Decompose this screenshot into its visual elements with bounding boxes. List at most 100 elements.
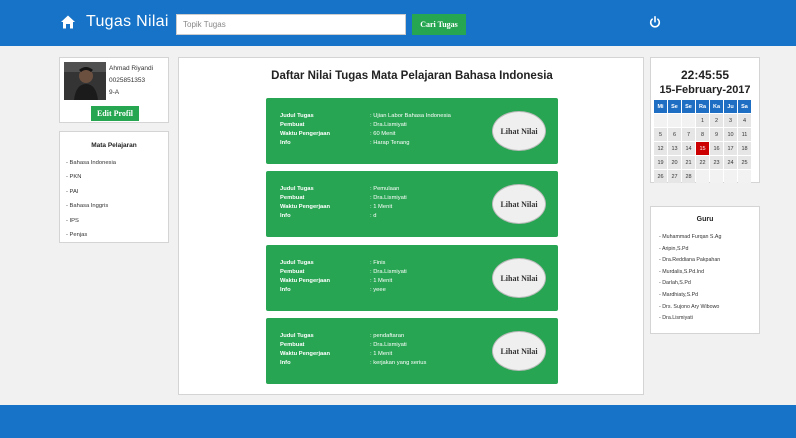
teachers-title: Guru [696, 216, 714, 223]
calendar-day[interactable]: 18 [738, 142, 751, 155]
field-label: Waktu Pengerjaan [280, 351, 331, 357]
calendar-day[interactable]: 27 [668, 170, 681, 183]
task-card: Judul Tugas : Pemulaan Pembuat : Dra.Lismi… [266, 171, 558, 237]
calendar-blank [710, 170, 723, 183]
subjects-panel: Mata Pelajaran - Bahasa Indonesia - PKN … [59, 131, 169, 243]
teacher-item: - Dra.Lismiyati [659, 315, 693, 322]
task-duration: : 1 Menit [370, 351, 393, 357]
calendar-day[interactable]: 12 [654, 142, 667, 155]
search-button[interactable]: Cari Tugas [412, 14, 466, 35]
field-label: Pembuat [280, 122, 305, 128]
profile-name: Ahmad Riyandi [109, 65, 154, 72]
calendar-day[interactable]: 22 [696, 156, 709, 169]
calendar-day[interactable]: 11 [738, 128, 751, 141]
teacher-item: - Murdalis,S.Pd.Ind [659, 268, 705, 275]
calendar-day[interactable]: 13 [668, 142, 681, 155]
task-author: : Dra.Lismiyati [370, 122, 407, 128]
task-author: : Dra.Lismiyati [370, 342, 407, 348]
calendar-day[interactable]: 3 [724, 114, 737, 127]
calendar-day[interactable]: 2 [710, 114, 723, 127]
view-score-button[interactable]: Lihat Nilai [492, 258, 546, 298]
calendar-day[interactable]: 16 [710, 142, 723, 155]
search-input[interactable] [176, 14, 406, 35]
view-score-button[interactable]: Lihat Nilai [492, 184, 546, 224]
field-label: Pembuat [280, 195, 305, 201]
teacher-item: - Muhammad Furqan S.Ag [659, 234, 722, 240]
calendar: Mi Se Se Ra Ka Ju Sa 1 2 3 4 5 6 7 8 9 10 11 12 13 14 15 16 17 1… [654, 100, 751, 183]
edit-profile-button[interactable]: Edit Profil [91, 106, 139, 121]
subject-item[interactable]: - Bahasa Inggris [60, 199, 168, 213]
field-label: Waktu Pengerjaan [280, 278, 331, 284]
field-label: Judul Tugas [280, 333, 314, 339]
task-author: : Dra.Lismiyati [370, 195, 407, 201]
calendar-day[interactable]: 5 [654, 128, 667, 141]
calendar-day[interactable]: 17 [724, 142, 737, 155]
task-card: Judul Tugas: Ujian Labor Bahasa Indonesi… [266, 98, 558, 164]
calendar-weekday: Mi [654, 100, 667, 113]
teacher-item: - Darlah,S.Pd [659, 280, 691, 287]
calendar-day[interactable]: 10 [724, 128, 737, 141]
calendar-weekday: Se [682, 100, 695, 113]
calendar-day[interactable]: 8 [696, 128, 709, 141]
task-duration: : 1 Menit [370, 204, 393, 210]
calendar-day[interactable]: 14 [682, 142, 695, 155]
footer-bar [0, 405, 796, 438]
power-icon[interactable] [649, 16, 661, 28]
calendar-day[interactable]: 25 [738, 156, 751, 169]
field-label: Judul Tugas [280, 186, 314, 192]
calendar-day[interactable]: 19 [654, 156, 667, 169]
field-label: Pembuat [280, 342, 305, 348]
task-duration: : 1 Menit [370, 278, 393, 284]
subject-item[interactable]: - Bahasa Indonesia [60, 156, 168, 170]
calendar-day[interactable]: 26 [654, 170, 667, 183]
calendar-blank [668, 114, 681, 127]
clock-time: 22:45:55 [680, 68, 730, 82]
field-label: Info [280, 140, 291, 146]
calendar-day[interactable]: 7 [682, 128, 695, 141]
calendar-today[interactable]: 15 [696, 142, 709, 155]
profile-card: Ahmad Riyandi 0025851353 9-A Edit Profil [59, 57, 169, 123]
page-title: Daftar Nilai Tugas Mata Pelajaran Bahasa… [271, 70, 553, 82]
task-title: : pendaftaran [370, 333, 405, 339]
subject-item[interactable]: - PAI [60, 185, 168, 199]
task-info: : yeee [370, 287, 386, 293]
calendar-weekday: Ra [696, 100, 709, 113]
calendar-blank [654, 114, 667, 127]
field-label: Info [280, 360, 291, 366]
field-label: Info [280, 287, 291, 293]
teacher-item: - Aripin,S.Pd [659, 245, 689, 252]
task-info: : kerjakan yang serius [370, 360, 427, 366]
calendar-day[interactable]: 4 [738, 114, 751, 127]
calendar-day[interactable]: 6 [668, 128, 681, 141]
app-title[interactable]: Tugas Nilai [86, 13, 169, 31]
calendar-day[interactable]: 24 [724, 156, 737, 169]
subject-item[interactable]: - PKN [60, 170, 168, 184]
task-card: Judul Tugas: Finis Pembuat: Dra.Lismiyat… [266, 245, 558, 311]
calendar-day[interactable]: 28 [682, 170, 695, 183]
task-title: : Pemulaan [370, 186, 400, 192]
task-title: : Finis [370, 260, 386, 266]
calendar-day[interactable]: 21 [682, 156, 695, 169]
field-label: Waktu Pengerjaan [280, 131, 331, 137]
task-author: : Dra.Lismiyati [370, 269, 407, 275]
calendar-blank [738, 170, 751, 183]
calendar-day[interactable]: 9 [710, 128, 723, 141]
home-icon[interactable] [60, 14, 76, 30]
subject-item[interactable]: - IPS [60, 214, 168, 228]
task-duration: : 60 Menit [370, 131, 396, 137]
calendar-day[interactable]: 23 [710, 156, 723, 169]
calendar-weekday: Ju [724, 100, 737, 113]
task-info: : d [370, 213, 377, 219]
task-info: : Harap Tenang [370, 140, 410, 146]
field-label: Waktu Pengerjaan [280, 204, 331, 210]
subject-item[interactable]: - Penjas [60, 228, 168, 242]
profile-class: 9-A [109, 89, 120, 96]
calendar-day[interactable]: 20 [668, 156, 681, 169]
field-label: Judul Tugas [280, 260, 314, 266]
calendar-weekday: Sa [738, 100, 751, 113]
teacher-item: - Dra.Reddiana Pakpahan [659, 257, 721, 264]
view-score-button[interactable]: Lihat Nilai [492, 331, 546, 371]
view-score-button[interactable]: Lihat Nilai [492, 111, 546, 151]
calendar-day[interactable]: 1 [696, 114, 709, 127]
main-panel: Daftar Nilai Tugas Mata Pelajaran Bahasa… [178, 57, 644, 395]
